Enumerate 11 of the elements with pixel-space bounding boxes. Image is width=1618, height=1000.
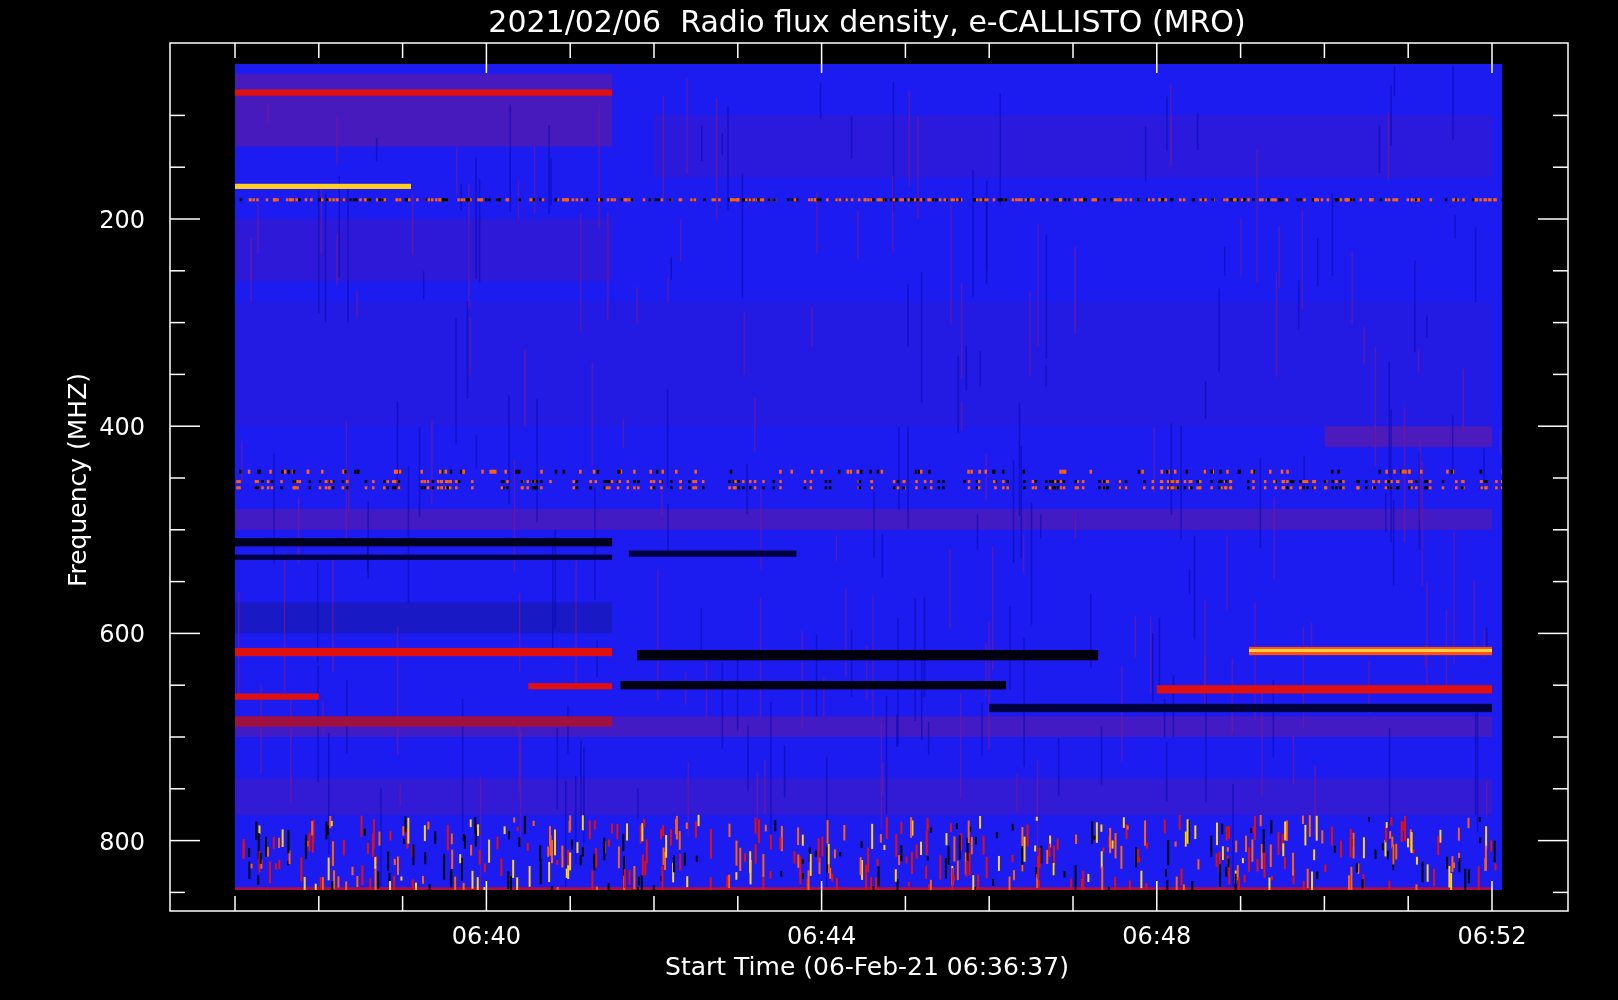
y-axis-label: Frequency (MHZ): [63, 372, 92, 588]
tick-label: 600: [99, 620, 145, 649]
x-axis-label: Start Time (06-Feb-21 06:36:37): [665, 952, 1069, 981]
tick-label: 06:52: [1457, 922, 1527, 950]
tick-label: 200: [99, 206, 145, 234]
tick-label: 06:44: [787, 922, 857, 950]
tick-label: 06:40: [451, 922, 521, 950]
tick-label: 800: [99, 827, 145, 856]
chart-title: 2021/02/06 Radio flux density, e-CALLISTO (MRO): [488, 4, 1246, 39]
tick-label: 400: [99, 413, 145, 442]
tick-label: 06:48: [1122, 922, 1192, 950]
